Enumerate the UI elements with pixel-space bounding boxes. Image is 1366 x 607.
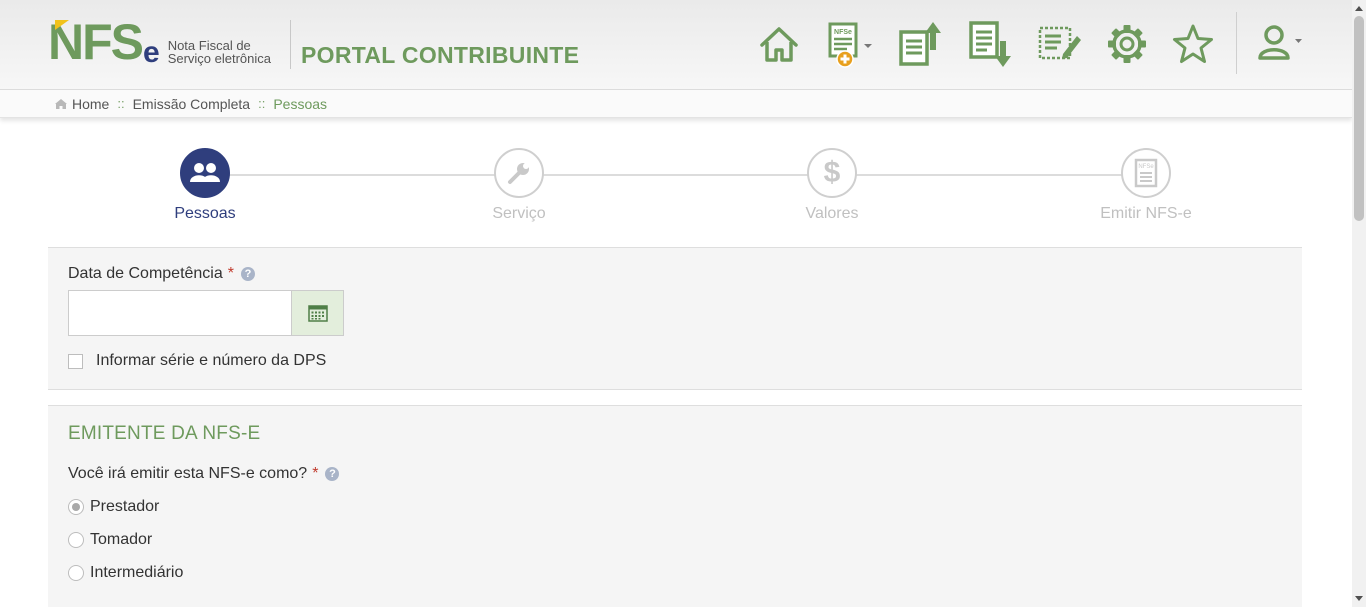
required-asterisk: * — [227, 265, 234, 282]
calendar-button[interactable] — [291, 290, 344, 336]
nfse-logo[interactable]: NFS e Nota Fiscal de Serviço eletrônica — [48, 14, 272, 70]
step-servico[interactable]: Serviço — [439, 148, 599, 223]
help-icon[interactable]: ? — [241, 267, 255, 281]
radio-button[interactable] — [68, 532, 84, 548]
competencia-label: Data de Competência * ? — [68, 265, 255, 283]
step-label: Valores — [805, 205, 859, 222]
portal-title: PORTAL CONTRIBUINTE — [301, 42, 580, 68]
radio-button[interactable] — [68, 499, 84, 515]
step-label: Emitir NFS-e — [1100, 205, 1192, 222]
scroll-down-arrow[interactable] — [1355, 596, 1363, 601]
steps-connector-line — [205, 174, 1145, 176]
competencia-date-input[interactable] — [68, 290, 292, 336]
scroll-up-arrow[interactable] — [1355, 6, 1363, 11]
breadcrumb-emissao-completa[interactable]: Emissão Completa — [133, 90, 251, 118]
svg-text:NFSe: NFSe — [1138, 164, 1154, 170]
serie-numero-checkbox-row[interactable]: Informar série e número da DPS — [68, 352, 326, 370]
radio-label: Intermediário — [90, 564, 184, 581]
dollar-icon: $ — [807, 148, 857, 198]
page-scrollbar[interactable] — [1352, 0, 1366, 607]
step-emitir-nfse[interactable]: NFSe Emitir NFS-e — [1066, 148, 1226, 223]
radio-button[interactable] — [68, 565, 84, 581]
section-title: EMITENTE DA NFS-E — [68, 423, 261, 444]
radio-label: Prestador — [90, 498, 160, 515]
radio-tomador[interactable]: Tomador — [68, 531, 152, 549]
logo-e-mark: e — [143, 36, 160, 69]
emitente-panel: EMITENTE DA NFS-E Você irá emitir esta N… — [48, 405, 1302, 607]
breadcrumb-current: Pessoas — [273, 96, 328, 112]
nfse-document-icon: NFSe — [1121, 148, 1171, 198]
star-icon[interactable] — [1169, 18, 1217, 70]
wrench-icon — [494, 148, 544, 198]
top-header: NFS e Nota Fiscal de Serviço eletrônica … — [0, 0, 1352, 90]
home-icon[interactable] — [755, 18, 803, 70]
serie-numero-checkbox[interactable] — [68, 353, 83, 369]
download-document-icon[interactable] — [965, 18, 1013, 70]
header-divider — [290, 20, 291, 69]
logo-subtitle: Nota Fiscal de Serviço eletrônica — [167, 38, 272, 66]
radio-label: Tomador — [90, 531, 153, 548]
checkbox-label: Informar série e número da DPS — [96, 352, 327, 369]
radio-prestador[interactable]: Prestador — [68, 498, 159, 516]
breadcrumb-separator: :: — [117, 96, 125, 111]
step-valores[interactable]: $ Valores — [752, 148, 912, 223]
breadcrumb-separator: :: — [258, 96, 266, 111]
new-nfse-icon[interactable]: NFSe — [822, 18, 876, 70]
user-menu-divider — [1236, 12, 1237, 74]
step-label: Serviço — [492, 205, 546, 222]
help-icon[interactable]: ? — [325, 467, 340, 481]
scroll-thumb[interactable] — [1354, 16, 1364, 221]
svg-text:NFSe: NFSe — [834, 29, 852, 36]
logo-wordmark: NFS — [48, 14, 144, 70]
calendar-icon — [307, 305, 328, 322]
gear-icon[interactable] — [1103, 18, 1151, 70]
user-icon[interactable] — [1252, 18, 1308, 70]
competencia-panel: Data de Competência * ? Informar série e… — [48, 247, 1302, 390]
breadcrumb-home[interactable]: Home — [72, 90, 109, 118]
required-asterisk: * — [312, 465, 319, 482]
edit-document-icon[interactable] — [1035, 18, 1083, 70]
upload-document-icon[interactable] — [895, 18, 943, 70]
breadcrumb: Home :: Emissão Completa :: Pessoas — [0, 90, 1352, 118]
radio-intermediario[interactable]: Intermediário — [68, 564, 183, 582]
home-small-icon — [55, 99, 67, 109]
step-pessoas[interactable]: Pessoas — [125, 148, 285, 223]
wizard-steps: Pessoas Serviço $ Valores NFSe Emitir NF… — [48, 132, 1302, 247]
step-label: Pessoas — [174, 205, 236, 222]
emitente-question-label: Você irá emitir esta NFS-e como? * ? — [68, 465, 340, 483]
people-icon — [180, 148, 230, 198]
